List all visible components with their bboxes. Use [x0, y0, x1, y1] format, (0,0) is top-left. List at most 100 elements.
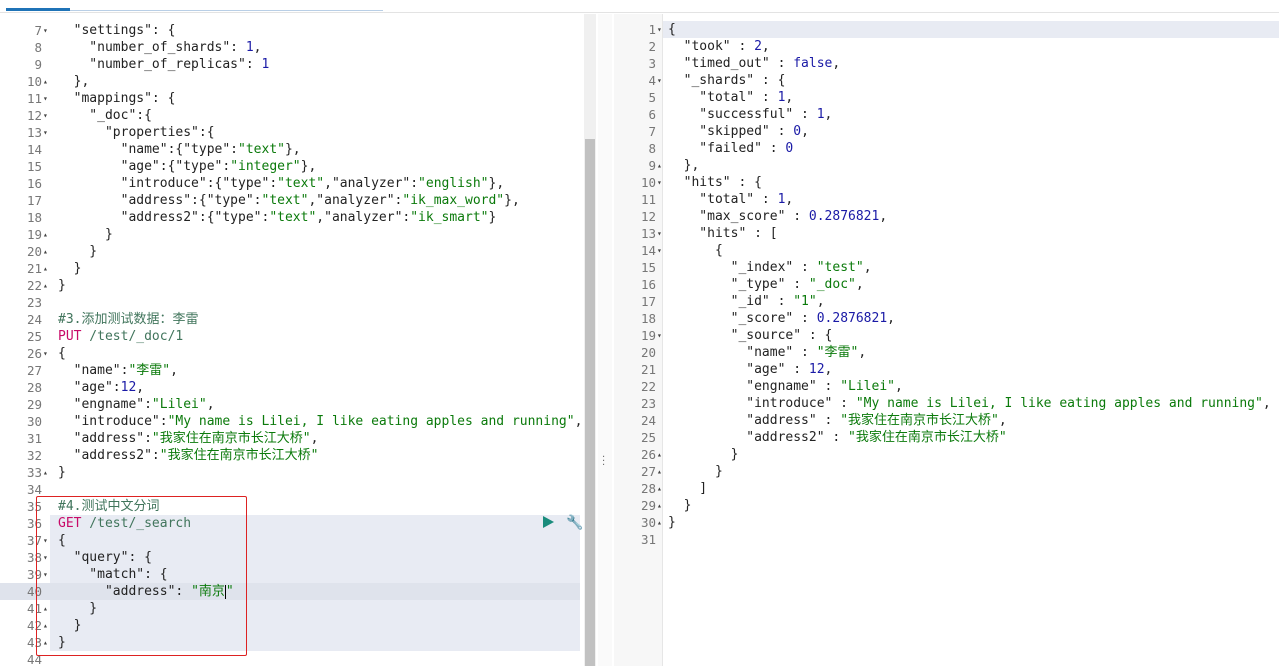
code-token: , [832, 56, 841, 71]
code-token: "introduce": [58, 414, 168, 429]
response-viewer[interactable]: 1 ▾{2 "took" : 2, 3 "timed_out" : false, 4 ▾… [614, 14, 1279, 666]
unfold-arrow-icon[interactable]: ▴ [657, 157, 665, 174]
code-token: , [253, 40, 262, 55]
code-token: }, [488, 176, 505, 191]
line-number: 22 [640, 379, 656, 394]
fold-arrow-icon[interactable]: ▾ [657, 21, 665, 38]
unfold-arrow-icon[interactable]: ▴ [43, 277, 51, 294]
line-number: 28 [640, 481, 656, 496]
line-number: 30 [26, 414, 42, 429]
fold-arrow-icon[interactable]: ▾ [657, 242, 665, 259]
scrollbar-thumb[interactable] [585, 139, 595, 666]
code-token: "name":{"type": [58, 142, 239, 157]
code-text: "engname" : "Lilei", [668, 378, 903, 395]
code-token: "_source" : { [668, 328, 833, 343]
pane-resizer[interactable]: · · · [598, 14, 612, 666]
fold-arrow-icon[interactable]: ▾ [43, 124, 51, 141]
fold-arrow-icon[interactable]: ▾ [43, 22, 51, 39]
code-token: , [785, 192, 794, 207]
line-number: 29 [26, 397, 42, 412]
code-text: "hits" : [ [668, 225, 777, 242]
line-number: 32 [26, 448, 42, 463]
code-text: } [668, 514, 676, 531]
code-text: "address":"我家住在南京市长江大桥", [58, 430, 319, 447]
unfold-arrow-icon[interactable]: ▴ [43, 260, 51, 277]
code-text: "address":{"type":"text","analyzer":"ik_… [58, 192, 520, 209]
unfold-arrow-icon[interactable]: ▴ [657, 463, 665, 480]
code-token: "integer" [230, 159, 301, 174]
wrench-icon[interactable]: 🔧 [566, 515, 583, 531]
code-text: "introduce":{"type":"text","analyzer":"e… [58, 175, 505, 192]
code-token: } [668, 515, 676, 530]
fold-arrow-icon[interactable]: ▾ [43, 345, 51, 362]
line-number: 15 [640, 260, 656, 275]
code-token: ,"analyzer": [324, 176, 419, 191]
line-number: 8 [648, 141, 656, 156]
code-text: "number_of_shards": 1, [58, 39, 262, 56]
code-text: "_id" : "1", [668, 293, 825, 310]
code-token: , [1262, 396, 1271, 411]
unfold-arrow-icon[interactable]: ▴ [43, 243, 51, 260]
code-token: { [668, 22, 676, 37]
line-number: 33 [26, 465, 42, 480]
code-token: } [668, 498, 692, 513]
code-text: "_shards" : { [668, 72, 786, 89]
line-number: 2 [648, 39, 656, 54]
code-token: 0.2876821 [816, 311, 888, 326]
code-token: "timed_out" : [668, 56, 794, 71]
code-token: , [863, 260, 872, 275]
code-text: "age" : 12, [668, 361, 832, 378]
fold-arrow-icon[interactable]: ▾ [657, 72, 665, 89]
unfold-arrow-icon[interactable]: ▴ [43, 464, 51, 481]
fold-arrow-icon[interactable]: ▾ [657, 174, 665, 191]
code-text: { [668, 21, 676, 38]
fold-arrow-icon[interactable]: ▾ [657, 327, 665, 344]
code-token: } [58, 465, 66, 480]
code-token: "text" [269, 210, 317, 225]
request-editor-scrollbar[interactable] [584, 14, 596, 666]
code-token: "took" : [668, 39, 755, 54]
line-number: 17 [640, 294, 656, 309]
code-token: "address2": [58, 448, 160, 463]
unfold-arrow-icon[interactable]: ▴ [43, 73, 51, 90]
code-token: , [575, 414, 580, 429]
line-number: 9 [34, 57, 42, 72]
unfold-arrow-icon[interactable]: ▴ [657, 480, 665, 497]
code-token: "Lilei" [151, 397, 207, 412]
line-number: 10 [640, 175, 656, 190]
drag-handle-icon[interactable]: · · · [602, 453, 605, 471]
fold-arrow-icon[interactable]: ▾ [43, 107, 51, 124]
code-token: "我家住在南京市长江大桥" [151, 431, 311, 446]
line-number: 12 [640, 209, 656, 224]
play-icon[interactable] [543, 516, 554, 528]
unfold-arrow-icon[interactable]: ▴ [657, 446, 665, 463]
line-number: 30 [640, 515, 656, 530]
code-token: "address" : [668, 413, 841, 428]
line-number: 5 [648, 90, 656, 105]
line-number: 25 [640, 430, 656, 445]
code-token: , [824, 362, 833, 377]
code-text: "number_of_replicas": 1 [58, 56, 269, 73]
unfold-arrow-icon[interactable]: ▴ [657, 514, 665, 531]
code-token: "address":{"type": [58, 193, 262, 208]
code-token: , [824, 107, 833, 122]
line-number: 19 [640, 328, 656, 343]
code-token: }, [668, 158, 700, 173]
unfold-arrow-icon[interactable]: ▴ [43, 226, 51, 243]
code-text: } [58, 226, 113, 243]
code-token: "_type" : [668, 277, 809, 292]
tab-console-active[interactable] [6, 8, 70, 11]
line-number: 4 [648, 73, 656, 88]
code-token: ,"analyzer": [316, 210, 411, 225]
response-active-line [614, 21, 1279, 38]
line-number: 7 [648, 124, 656, 139]
code-token: "engname": [58, 397, 152, 412]
unfold-arrow-icon[interactable]: ▴ [657, 497, 665, 514]
code-token: "ik_max_word" [402, 193, 505, 208]
code-token: PUT [58, 329, 82, 344]
fold-arrow-icon[interactable]: ▾ [43, 90, 51, 107]
code-token: "我家住在南京市长江大桥" [848, 430, 1007, 445]
fold-arrow-icon[interactable]: ▾ [657, 225, 665, 242]
code-token: "max_score" : [668, 209, 809, 224]
code-text: "hits" : { [668, 174, 762, 191]
